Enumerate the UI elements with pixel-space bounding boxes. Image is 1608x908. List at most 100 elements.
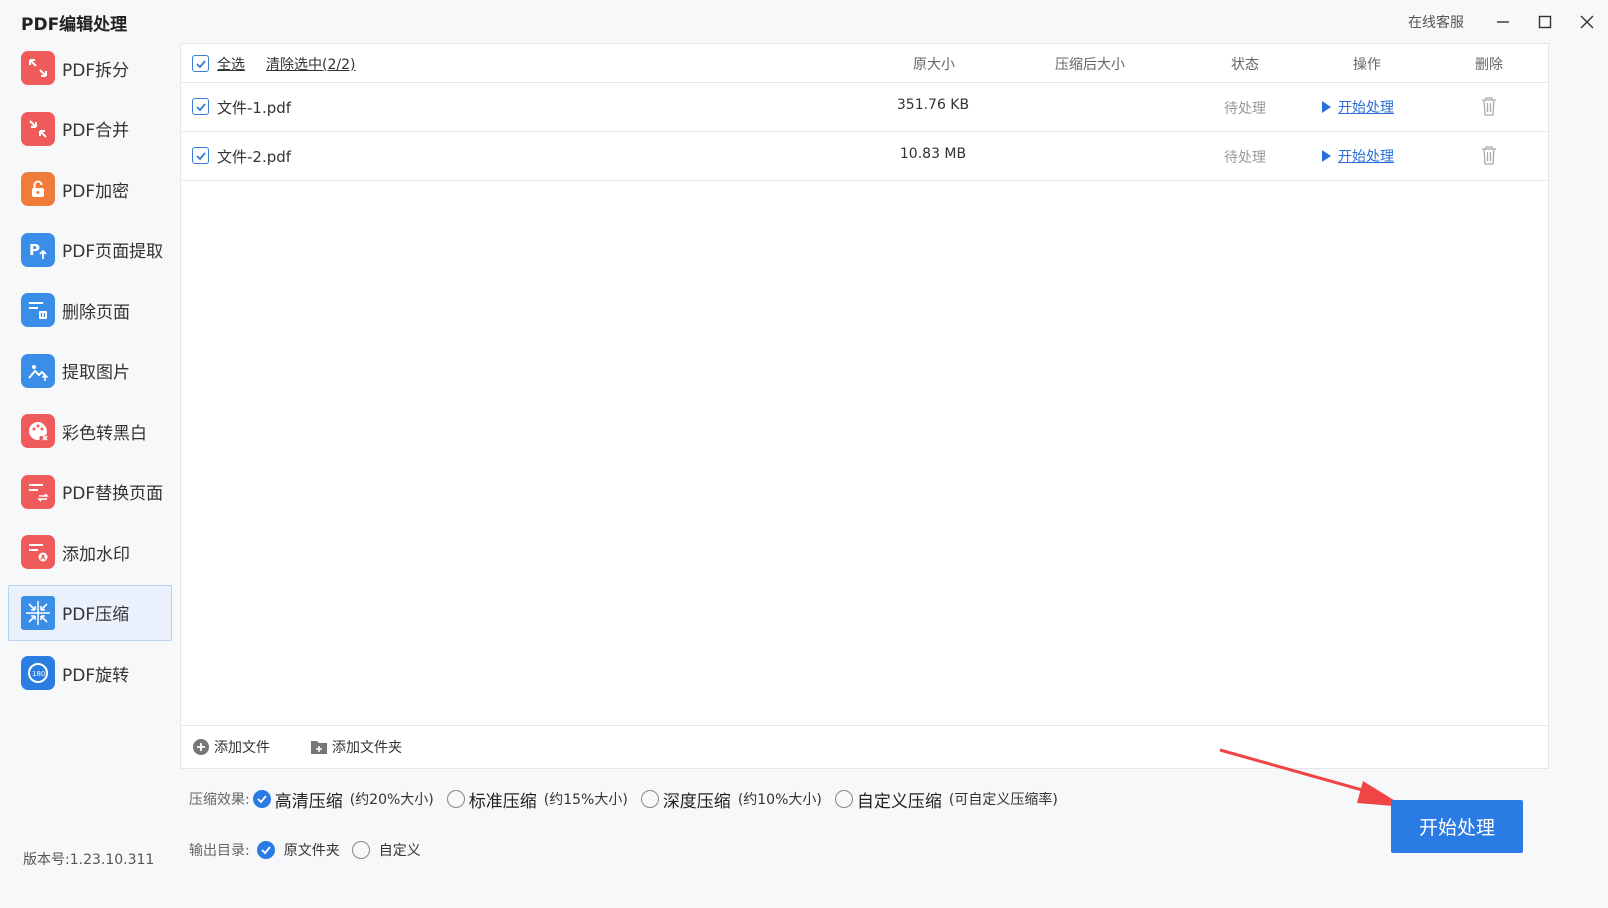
hd-compress-note: (约20%大小) — [349, 792, 434, 808]
radio-standard-compress[interactable] — [446, 790, 465, 808]
radio-custom-compress[interactable] — [834, 790, 853, 808]
start-process-button[interactable]: 开始处理 — [1391, 800, 1523, 853]
palette-icon — [21, 414, 55, 448]
sidebar-item-page-extract[interactable]: P PDF页面提取 — [8, 222, 172, 278]
sidebar-item-replace-page[interactable]: PDF替换页面 — [8, 464, 172, 520]
sidebar-item-label: 彩色转黑白 — [62, 423, 147, 444]
select-all-link[interactable]: 全选 — [217, 54, 245, 74]
file-size: 10.83 MB — [899, 146, 967, 162]
compress-arrows-icon — [21, 595, 55, 630]
standard-compress-note: (约15%大小) — [543, 792, 628, 808]
folder-plus-icon — [311, 741, 327, 754]
sidebar-item-compress[interactable]: PDF压缩 — [8, 584, 172, 641]
maximize-icon — [1538, 15, 1552, 29]
sidebar-item-label: 提取图片 — [62, 363, 130, 383]
table-row: 文件-2.pdf 10.83 MB 待处理 开始处理 — [181, 132, 1548, 181]
action-label: 开始处理 — [1338, 149, 1394, 165]
compress-mode-row: 压缩效果: 高清压缩 (约20%大小) 标准压缩 (约15%大小) 深度压缩 (… — [189, 786, 1071, 812]
standard-compress-label: 标准压缩 — [468, 791, 537, 812]
custom-compress-note: (可自定义压缩率) — [948, 792, 1058, 808]
sidebar-item-watermark[interactable]: 添加水印 — [8, 524, 172, 580]
extract-image-icon — [21, 353, 55, 388]
column-delete: 删除 — [1475, 57, 1503, 73]
radio-deep-compress[interactable] — [640, 790, 659, 808]
play-icon — [1322, 150, 1331, 162]
svg-text:180: 180 — [32, 670, 45, 678]
sidebar-item-label: PDF拆分 — [62, 60, 130, 81]
delete-page-icon — [21, 293, 55, 327]
annotation-arrow-icon — [1219, 748, 1405, 807]
add-file-button[interactable]: 添加文件 — [192, 737, 270, 757]
sidebar-item-encrypt[interactable]: PDF加密 — [8, 161, 172, 217]
sidebar-item-rotate[interactable]: 180 PDF旋转 — [8, 645, 172, 701]
options-area: 压缩效果: 高清压缩 (约20%大小) 标准压缩 (约15%大小) 深度压缩 (… — [189, 786, 1071, 863]
checkmark-icon — [261, 846, 271, 855]
checkmark-icon — [195, 102, 206, 111]
sidebar-item-merge[interactable]: PDF合并 — [8, 101, 172, 157]
checkmark-icon — [257, 795, 267, 804]
file-name: 文件-1.pdf — [217, 99, 292, 117]
sidebar-item-color-to-bw[interactable]: 彩色转黑白 — [8, 403, 172, 459]
sidebar-item-label: 添加水印 — [62, 544, 130, 565]
custom-folder-label: 自定义 — [378, 843, 421, 859]
output-dir-row: 输出目录: 原文件夹 自定义 — [189, 837, 1071, 863]
checkmark-icon — [195, 151, 206, 160]
deep-compress-label: 深度压缩 — [662, 791, 731, 812]
table-header: 全选 清除选中(2/2) 原大小 压缩后大小 状态 操作 删除 — [181, 44, 1548, 83]
sidebar-item-split[interactable]: PDF拆分 — [8, 40, 172, 96]
sidebar-item-label: PDF加密 — [62, 181, 130, 202]
sidebar-item-extract-image[interactable]: 提取图片 — [8, 343, 172, 399]
radio-hd-compress[interactable] — [252, 790, 271, 808]
checkmark-icon — [195, 59, 206, 68]
file-list-panel: 全选 清除选中(2/2) 原大小 压缩后大小 状态 操作 删除 文件-1.pdf… — [180, 43, 1549, 769]
hd-compress-label: 高清压缩 — [274, 791, 343, 812]
clear-selection-link[interactable]: 清除选中(2/2) — [266, 54, 355, 74]
add-folder-label: 添加文件夹 — [332, 740, 402, 756]
column-compressed-size: 压缩后大小 — [1055, 57, 1125, 73]
replace-page-icon — [21, 474, 55, 509]
file-status: 待处理 — [1224, 150, 1266, 166]
radio-custom-folder[interactable] — [351, 841, 370, 859]
add-folder-button[interactable]: 添加文件夹 — [310, 737, 402, 757]
file-name: 文件-2.pdf — [217, 148, 292, 166]
sidebar-item-delete-page[interactable]: 删除页面 — [8, 282, 172, 338]
sidebar-item-label: PDF压缩 — [62, 605, 130, 625]
app-title: PDF编辑处理 — [21, 15, 128, 35]
close-button[interactable] — [1566, 0, 1608, 44]
sidebar-item-label: PDF合并 — [62, 121, 130, 141]
row-checkbox[interactable] — [192, 98, 209, 115]
sidebar-item-label: PDF旋转 — [62, 665, 130, 686]
source-folder-label: 原文件夹 — [283, 843, 340, 859]
trash-icon[interactable] — [1480, 145, 1498, 165]
select-all-checkbox[interactable] — [192, 55, 209, 72]
sidebar-item-label: 删除页面 — [62, 302, 130, 323]
minimize-icon — [1497, 21, 1509, 23]
sidebar-item-label: PDF替换页面 — [62, 484, 164, 504]
split-arrows-icon — [21, 51, 55, 85]
version-label: 版本号:1.23.10.311 — [23, 852, 155, 868]
row-checkbox[interactable] — [192, 147, 209, 164]
page-extract-icon: P — [21, 232, 55, 267]
play-icon — [1322, 101, 1331, 113]
start-process-link[interactable]: 开始处理 — [1322, 97, 1394, 117]
merge-arrows-icon — [21, 111, 55, 146]
table-row: 文件-1.pdf 351.76 KB 待处理 开始处理 — [181, 83, 1548, 132]
online-support-link[interactable]: 在线客服 — [1408, 12, 1464, 32]
trash-icon[interactable] — [1480, 96, 1498, 116]
column-status: 状态 — [1231, 57, 1259, 73]
sidebar: PDF拆分 PDF合并 PDF加密 P PDF页面提取 删除页面 提取图片 彩色… — [8, 40, 172, 706]
rotate-180-icon: 180 — [21, 656, 55, 690]
radio-source-folder[interactable] — [256, 841, 275, 859]
sidebar-item-label: PDF页面提取 — [62, 242, 164, 262]
titlebar-controls: 在线客服 — [1408, 0, 1608, 44]
start-process-link[interactable]: 开始处理 — [1322, 146, 1394, 166]
minimize-button[interactable] — [1482, 0, 1524, 44]
action-label: 开始处理 — [1338, 100, 1394, 116]
deep-compress-note: (约10%大小) — [737, 792, 822, 808]
file-status: 待处理 — [1224, 101, 1266, 117]
plus-circle-icon — [193, 739, 209, 755]
watermark-icon — [21, 535, 55, 569]
column-original-size: 原大小 — [913, 57, 955, 73]
maximize-button[interactable] — [1524, 0, 1566, 44]
add-file-label: 添加文件 — [214, 740, 270, 756]
